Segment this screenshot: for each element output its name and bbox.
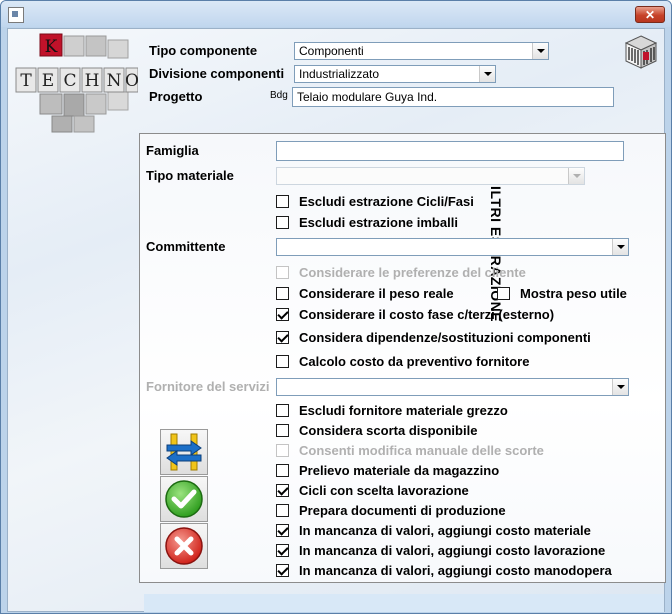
committente-label: Committente	[146, 239, 226, 254]
label-escludi-cicli: Escludi estrazione Cicli/Fasi	[299, 194, 474, 209]
label-costo-manodopera: In mancanza di valori, aggiungi costo ma…	[299, 563, 612, 578]
fornitore-servizi-combo[interactable]	[276, 378, 629, 396]
tipo-componente-label: Tipo componente	[149, 43, 258, 58]
checkbox-escludi-imballi[interactable]	[276, 216, 289, 229]
progetto-label: Progetto	[149, 89, 203, 104]
label-documenti-produzione: Prepara documenti di produzione	[299, 503, 506, 518]
status-strip	[144, 594, 664, 612]
green-check-icon	[165, 480, 203, 518]
label-cicli-scelta-lavorazione: Cicli con scelta lavorazione	[299, 483, 469, 498]
cancel-button[interactable]	[160, 523, 208, 569]
techno-logo: K T E C H N O	[15, 33, 138, 133]
label-mostra-peso-utile: Mostra peso utile	[520, 286, 627, 301]
checkbox-modifica-scorte[interactable]	[276, 444, 289, 457]
checkbox-escludi-fornitore-grezzo[interactable]	[276, 404, 289, 417]
tipo-materiale-label: Tipo materiale	[146, 168, 234, 183]
label-costo-lavorazione: In mancanza di valori, aggiungi costo la…	[299, 543, 606, 558]
chevron-down-icon[interactable]	[612, 239, 628, 255]
checkbox-peso-reale[interactable]	[276, 287, 289, 300]
red-x-icon	[165, 527, 203, 565]
divisione-componenti-combo[interactable]: Industrializzato	[294, 65, 496, 83]
label-costo-materiale: In mancanza di valori, aggiungi costo ma…	[299, 523, 591, 538]
checkbox-documenti-produzione[interactable]	[276, 504, 289, 517]
tipo-componente-combo[interactable]: Componenti	[294, 42, 549, 60]
logo-letter-t: T	[20, 71, 32, 91]
checkbox-preferenze-cliente[interactable]	[276, 266, 289, 279]
famiglia-label: Famiglia	[146, 143, 199, 158]
checkbox-scorta-disponibile[interactable]	[276, 424, 289, 437]
close-button[interactable]: ✕	[635, 6, 665, 23]
logo-letter-e: E	[42, 71, 54, 91]
application-window: ✕ K T E C H N O Tipo componente Componen…	[0, 0, 672, 614]
checkbox-costo-materiale[interactable]	[276, 524, 289, 537]
logo-letter-c: C	[63, 71, 76, 91]
chevron-down-icon[interactable]	[612, 379, 628, 395]
checkbox-costo-lavorazione[interactable]	[276, 544, 289, 557]
label-modifica-scorte: Consenti modifica manuale delle scorte	[299, 443, 544, 458]
swap-arrows-icon	[166, 433, 202, 471]
label-preferenze-cliente: Considerare le preferenze del cliente	[299, 265, 526, 280]
tipo-componente-value: Componenti	[299, 44, 364, 58]
progetto-field[interactable]: Telaio modulare Guya Ind.	[292, 87, 614, 107]
checkbox-costo-manodopera[interactable]	[276, 564, 289, 577]
label-costo-fase-terzi: Considerare il costo fase c/terzi (ester…	[299, 307, 555, 322]
swap-button[interactable]	[160, 429, 208, 475]
tipo-materiale-combo[interactable]	[276, 167, 585, 185]
close-icon: ✕	[644, 8, 656, 22]
checkbox-dipendenze-componenti[interactable]	[276, 331, 289, 344]
checkbox-preventivo-fornitore[interactable]	[276, 355, 289, 368]
fornitore-servizi-label: Fornitore del servizi	[146, 379, 270, 394]
famiglia-field[interactable]	[276, 141, 624, 161]
label-dipendenze-componenti: Considera dipendenze/sostituzioni compon…	[299, 330, 591, 345]
barcode-cube-icon[interactable]	[624, 34, 658, 70]
client-area: K T E C H N O Tipo componente Componenti…	[7, 28, 666, 612]
divisione-componenti-label: Divisione componenti	[149, 66, 285, 81]
logo-letter-n: N	[107, 71, 122, 91]
progetto-prefix: Bdg	[270, 90, 288, 101]
chevron-down-icon[interactable]	[479, 66, 495, 82]
label-preventivo-fornitore: Calcolo costo da preventivo fornitore	[299, 354, 530, 369]
checkbox-cicli-scelta-lavorazione[interactable]	[276, 484, 289, 497]
logo-letter-h: H	[85, 71, 100, 91]
label-escludi-imballi: Escludi estrazione imballi	[299, 215, 458, 230]
chevron-down-icon[interactable]	[532, 43, 548, 59]
app-icon	[8, 7, 24, 23]
checkbox-costo-fase-terzi[interactable]	[276, 308, 289, 321]
divisione-componenti-value: Industrializzato	[299, 67, 380, 81]
label-scorta-disponibile: Considera scorta disponibile	[299, 423, 478, 438]
checkbox-mostra-peso-utile[interactable]	[497, 287, 510, 300]
label-peso-reale: Considerare il peso reale	[299, 286, 454, 301]
checkbox-prelievo-magazzino[interactable]	[276, 464, 289, 477]
label-escludi-fornitore-grezzo: Escludi fornitore materiale grezzo	[299, 403, 508, 418]
logo-letter-o: O	[125, 71, 138, 91]
logo-letter-k: K	[45, 37, 58, 57]
chevron-down-icon[interactable]	[568, 168, 584, 184]
title-bar: ✕	[1, 1, 671, 27]
confirm-button[interactable]	[160, 476, 208, 522]
committente-combo[interactable]	[276, 238, 629, 256]
label-prelievo-magazzino: Prelievo materiale da magazzino	[299, 463, 500, 478]
checkbox-escludi-cicli[interactable]	[276, 195, 289, 208]
